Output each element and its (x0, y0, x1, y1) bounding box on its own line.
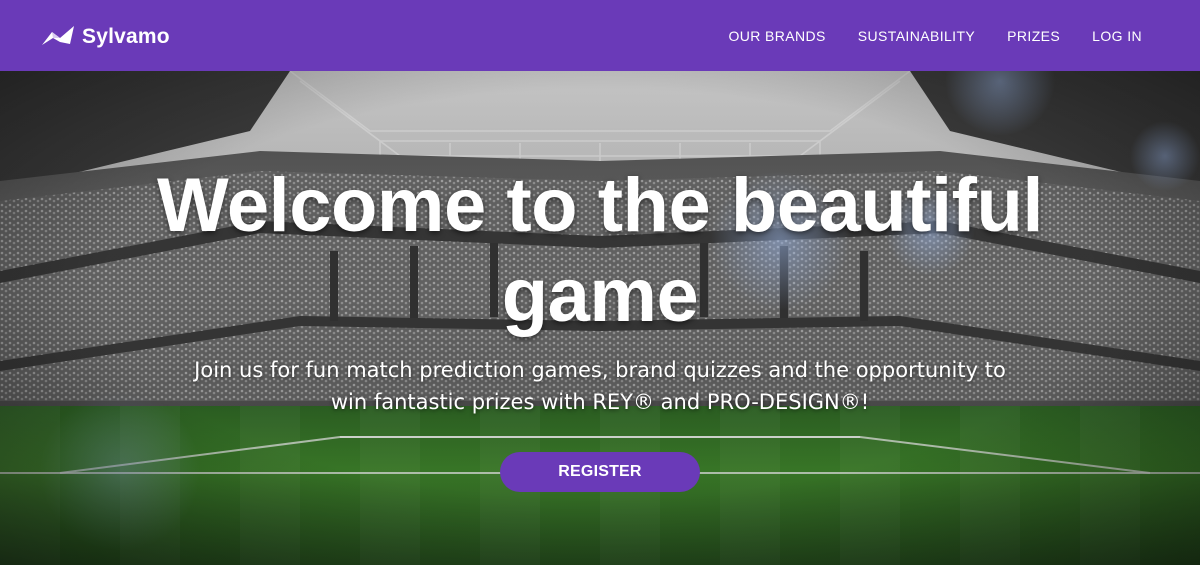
nav-link-sustainability[interactable]: SUSTAINABILITY (858, 28, 975, 44)
top-navigation-bar: Sylvamo OUR BRANDS SUSTAINABILITY PRIZES… (0, 0, 1200, 71)
sylvamo-logo-icon (42, 26, 74, 45)
hero-section: Welcome to the beautiful game Join us fo… (0, 71, 1200, 565)
brand-name: Sylvamo (82, 25, 170, 48)
page: Sylvamo OUR BRANDS SUSTAINABILITY PRIZES… (0, 0, 1200, 565)
main-nav: OUR BRANDS SUSTAINABILITY PRIZES LOG IN (728, 0, 1142, 71)
nav-link-log-in[interactable]: LOG IN (1092, 28, 1142, 44)
register-button[interactable]: REGISTER (500, 452, 700, 492)
brand-logo-link[interactable]: Sylvamo (40, 22, 170, 52)
nav-link-our-brands[interactable]: OUR BRANDS (728, 28, 825, 44)
nav-link-prizes[interactable]: PRIZES (1007, 28, 1060, 44)
hero-title: Welcome to the beautiful game (156, 163, 1044, 338)
hero-subtitle: Join us for fun match prediction games, … (194, 358, 1006, 414)
